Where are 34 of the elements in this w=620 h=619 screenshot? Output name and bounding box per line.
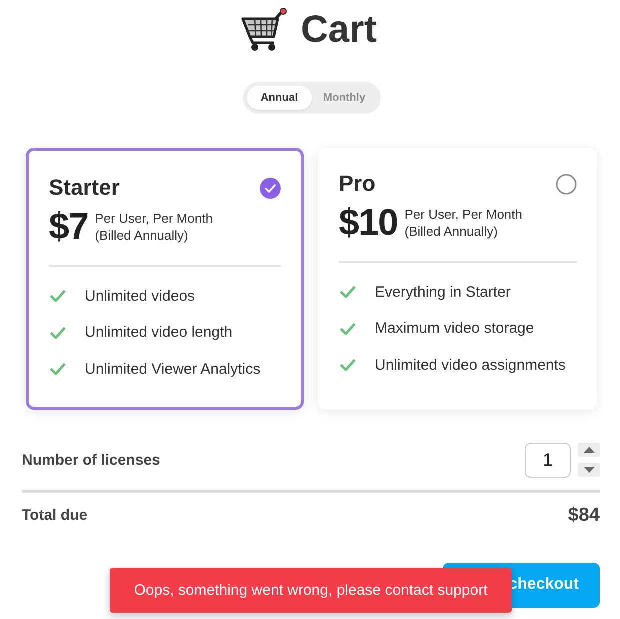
feature-text: Everything in Starter [375,284,511,301]
total-label: Total due [22,507,88,524]
feature-text: Unlimited Viewer Analytics [85,360,261,378]
feature-text: Maximum video storage [375,320,534,338]
price-note: Per User, Per Month [404,206,523,223]
empty-circle-icon[interactable] [556,174,577,194]
feature-text: Unlimited videos [85,288,196,305]
checkmark-icon [50,363,66,376]
price-note: (Billed Annually) [404,223,499,240]
licenses-label: Number of licenses [22,452,160,468]
billing-tab[interactable]: Annual [247,86,312,110]
up-triangle-icon [584,447,594,453]
cart-icon [240,8,288,52]
error-toast: Oops, something went wrong, please contact support [110,568,512,612]
plan-name: Pro [339,171,376,197]
price-note: Per User, Per Month [95,210,213,227]
check-circle-icon[interactable] [260,178,281,198]
plan-name: Starter [49,175,120,201]
checkmark-icon [50,290,66,302]
license-count-field[interactable]: 1 [525,442,571,478]
plan-price: $7 [49,207,88,247]
down-triangle-icon [584,467,594,473]
checkmark-icon [340,359,356,372]
checkmark-icon [50,326,66,339]
checkmark-icon [340,286,356,298]
plan-price: $10 [339,203,398,243]
page-title: Cart [300,8,378,53]
price-note: (Billed Annually) [95,227,190,244]
feature-text: Unlimited video length [85,324,233,342]
decrement-button[interactable] [578,463,600,477]
feature-text: Unlimited video assignments [375,356,566,374]
increment-button[interactable] [578,443,600,457]
checkmark-icon [340,322,356,335]
total-amount: $84 [568,504,600,526]
